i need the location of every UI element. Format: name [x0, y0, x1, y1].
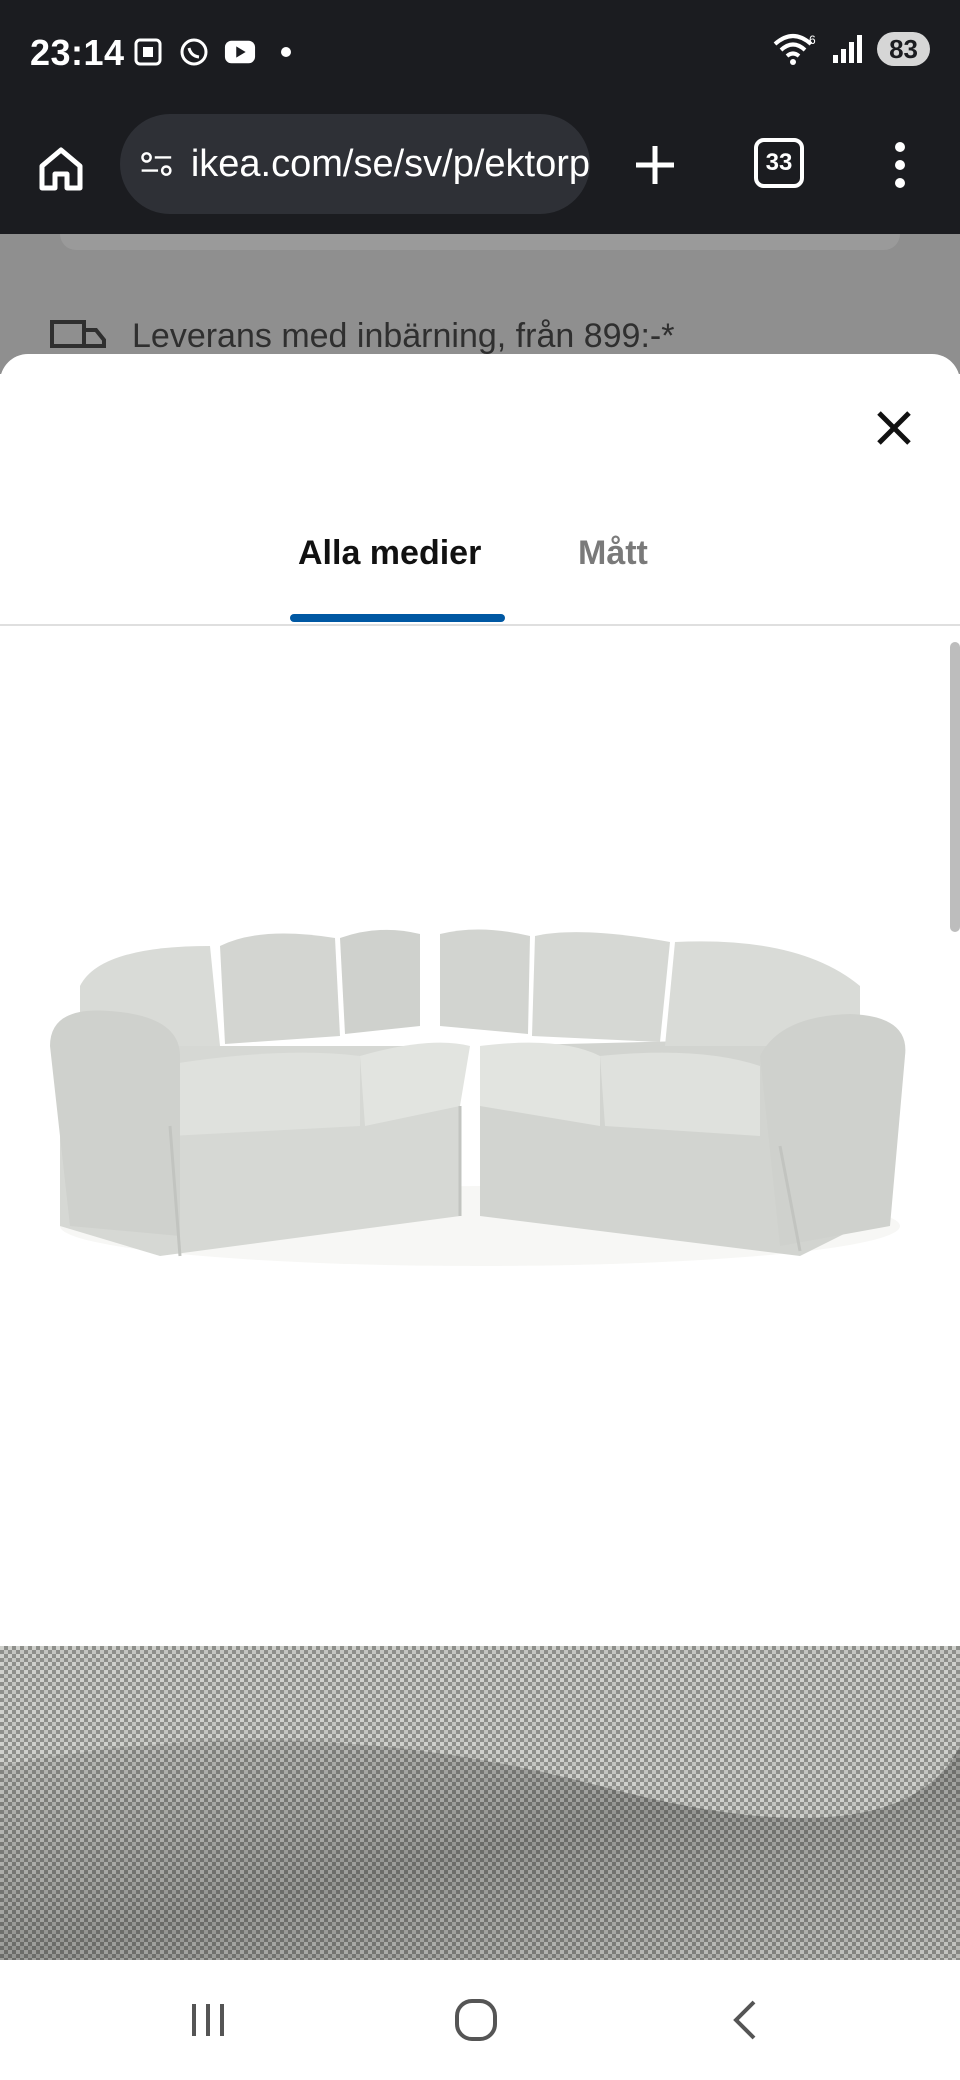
system-navigation-bar [0, 1960, 960, 2080]
fabric-closeup-image[interactable] [0, 1646, 960, 1960]
overflow-menu-button[interactable] [880, 132, 920, 198]
home-icon [39, 147, 83, 191]
back-button[interactable] [716, 1990, 776, 2050]
media-tabs: Alla medier Mått [0, 514, 960, 626]
status-bar: 23:14 6 83 [0, 0, 960, 108]
home-nav-button[interactable] [446, 1990, 506, 2050]
menu-dot-icon [895, 142, 905, 152]
delivery-info: Leverans med inbärning, från 899:-* [50, 316, 674, 356]
address-bar[interactable]: ikea.com/se/sv/p/ektorp [120, 114, 590, 214]
menu-dot-icon [895, 178, 905, 188]
menu-dot-icon [895, 160, 905, 170]
browser-toolbar: ikea.com/se/sv/p/ektorp 33 [0, 108, 960, 234]
site-settings-icon[interactable] [140, 147, 173, 181]
new-tab-button[interactable] [622, 132, 688, 198]
recents-icon [192, 2004, 224, 2036]
close-icon [877, 411, 911, 445]
signal-icon [833, 35, 863, 63]
background-page: Leverans med inbärning, från 899:-* [0, 234, 960, 374]
youtube-icon [224, 36, 256, 68]
screenshot-icon [132, 36, 164, 68]
plus-icon [636, 146, 674, 184]
status-right: 6 83 [773, 32, 930, 66]
wifi-icon: 6 [773, 33, 816, 65]
dot-icon [270, 36, 302, 68]
home-button[interactable] [30, 138, 92, 200]
scrollbar[interactable] [950, 642, 960, 932]
tab-dimensions[interactable]: Mått [578, 534, 648, 573]
notification-icons [132, 36, 302, 68]
battery-indicator: 83 [877, 32, 930, 66]
tab-switcher-button[interactable]: 33 [754, 138, 804, 188]
close-button[interactable] [866, 400, 922, 456]
signal-tag: 6 [809, 33, 816, 47]
recents-button[interactable] [178, 1990, 238, 2050]
delivery-text: Leverans med inbärning, från 899:-* [132, 316, 675, 355]
truck-icon [50, 320, 106, 348]
background-strip [60, 234, 900, 250]
tab-all-media[interactable]: Alla medier [298, 534, 481, 573]
back-icon [733, 2000, 756, 2040]
url-text[interactable]: ikea.com/se/sv/p/ektorp [191, 143, 590, 186]
home-circle-icon [455, 1999, 497, 2041]
active-tab-indicator [290, 614, 505, 622]
status-time: 23:14 [30, 32, 125, 73]
corner-sofa-image[interactable] [40, 926, 920, 1286]
whatsapp-icon [178, 36, 210, 68]
